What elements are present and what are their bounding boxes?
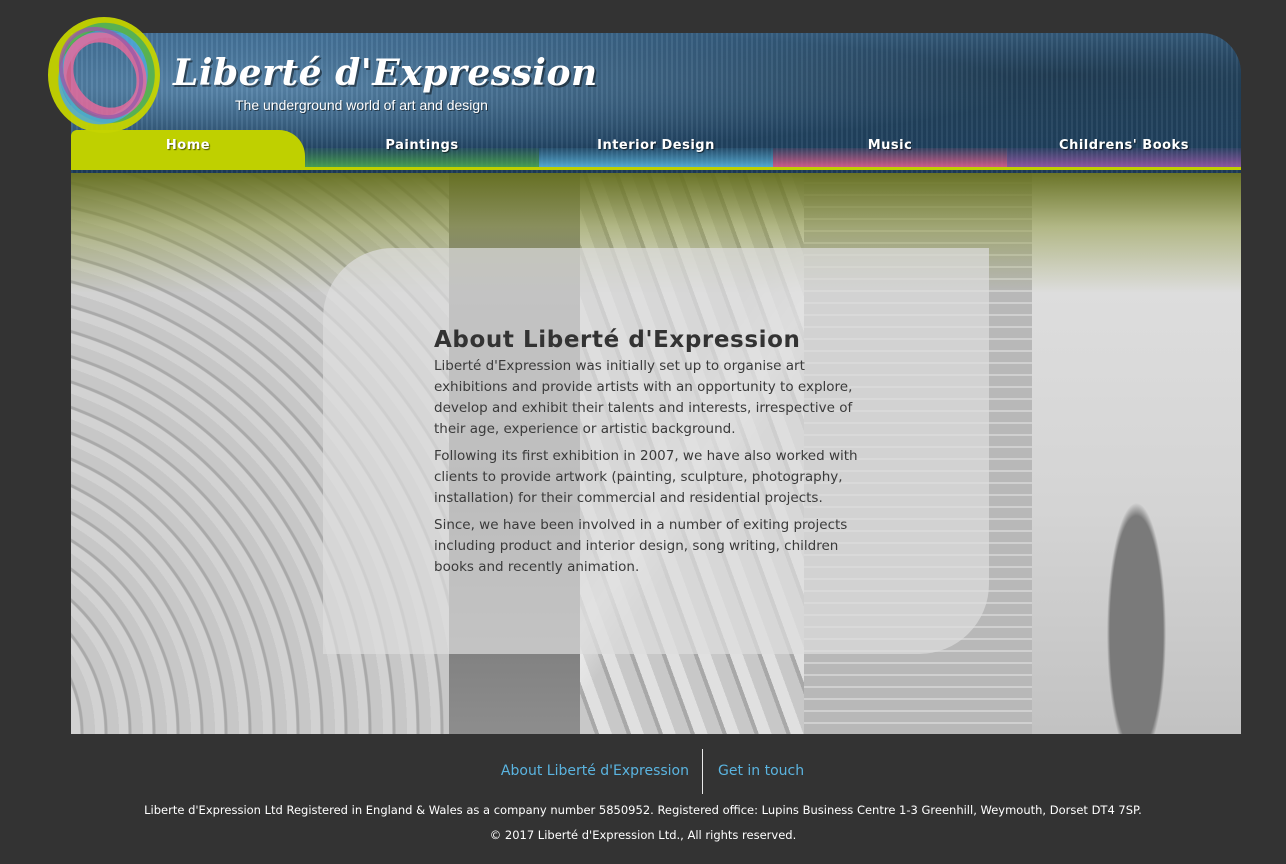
footer-link-contact[interactable]: Get in touch: [718, 761, 804, 781]
nav-item-home[interactable]: Home: [71, 130, 305, 170]
footer-divider: [702, 749, 703, 794]
footer-links: About Liberté d'Expression Get in touch: [0, 749, 1286, 794]
nav-item-interior-design[interactable]: Interior Design: [539, 130, 773, 170]
nav-underline: [71, 167, 1241, 170]
site-title[interactable]: Liberté d'Expression: [173, 53, 598, 93]
footer-copyright: © 2017 Liberté d'Expression Ltd., All ri…: [489, 828, 797, 842]
about-paragraph: Following its first exhibition in 2007, …: [434, 448, 858, 506]
footer-registration: Liberte d'Expression Ltd Registered in E…: [144, 803, 1142, 817]
page: Liberté d'Expression The underground wor…: [0, 0, 1286, 864]
nav-item-music[interactable]: Music: [773, 130, 1007, 170]
nav-item-label: Interior Design: [597, 138, 715, 153]
site-header: Liberté d'Expression The underground wor…: [71, 33, 1241, 173]
nav-item-paintings[interactable]: Paintings: [305, 130, 539, 170]
about-heading: About Liberté d'Expression: [434, 327, 801, 353]
main-content: About Liberté d'Expression Liberté d'Exp…: [71, 173, 1241, 734]
nav-item-label: Childrens' Books: [1059, 138, 1189, 153]
nav-item-childrens-books[interactable]: Childrens' Books: [1007, 130, 1241, 170]
about-paragraph: Liberté d'Expression was initially set u…: [434, 358, 853, 437]
site-tagline: The underground world of art and design: [235, 97, 488, 113]
about-card: About Liberté d'Expression Liberté d'Exp…: [323, 248, 989, 654]
about-text: Liberté d'Expression was initially set u…: [434, 356, 874, 584]
footer-link-about[interactable]: About Liberté d'Expression: [501, 761, 689, 781]
about-paragraph: Since, we have been involved in a number…: [434, 517, 848, 575]
nav-item-label: Music: [867, 138, 913, 153]
nav-item-label: Paintings: [385, 138, 459, 153]
nav-item-label: Home: [165, 138, 211, 153]
paint-ring-logo-icon[interactable]: [45, 15, 163, 135]
main-nav: Home Paintings Interior Design Music Chi…: [71, 130, 1241, 170]
